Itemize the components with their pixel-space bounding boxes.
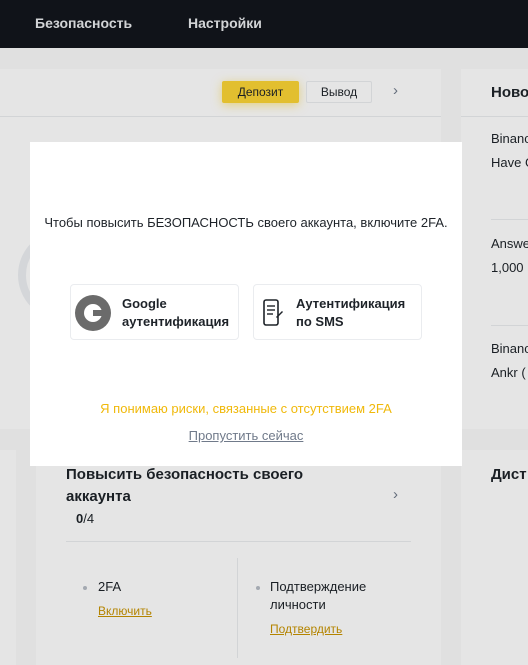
accept-risk-link[interactable]: Я понимаю риски, связанные с отсутствием… [30,401,462,416]
skip-link-wrapper: Пропустить сейчас [30,428,462,443]
enable-2fa-modal: Чтобы повысить БЕЗОПАСНОСТЬ своего аккау… [30,142,462,466]
google-authenticator-icon [75,295,111,331]
google-auth-option[interactable]: Google аутентификация [70,284,239,340]
sms-auth-option[interactable]: Аутентификация по SMS [253,284,422,340]
skip-now-link[interactable]: Пропустить сейчас [189,428,304,443]
sms-icon [263,299,283,326]
modal-message: Чтобы повысить БЕЗОПАСНОСТЬ своего аккау… [44,215,448,230]
sms-auth-label: Аутентификация по SMS [296,296,406,329]
google-auth-label: Google аутентификация [122,296,230,329]
